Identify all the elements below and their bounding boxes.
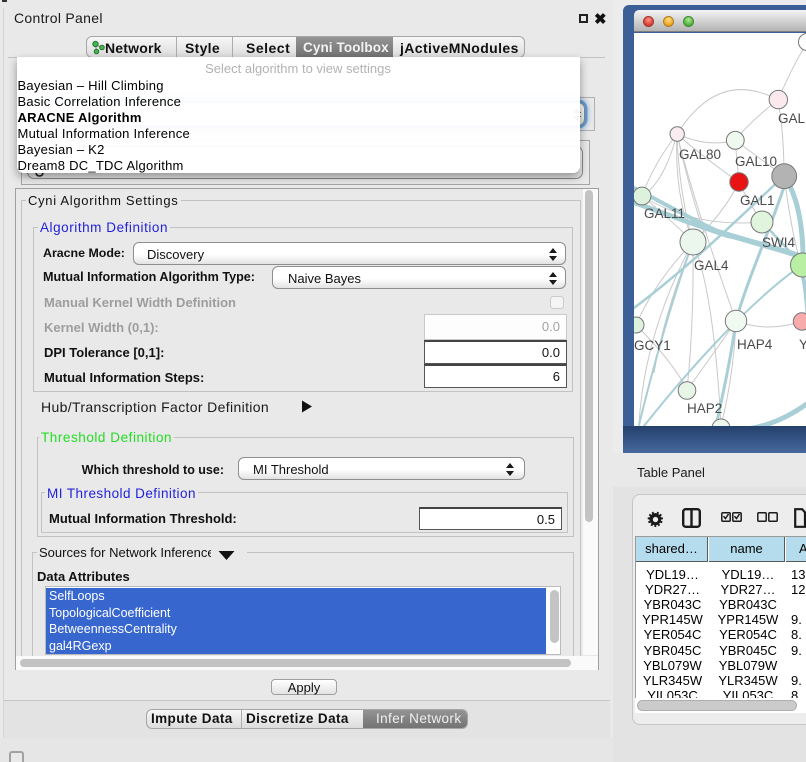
svg-text:GAL4: GAL4 [694, 258, 729, 273]
svg-text:GAL10: GAL10 [735, 154, 777, 169]
svg-text:HAP2: HAP2 [687, 401, 722, 416]
svg-text:GAL11: GAL11 [644, 206, 685, 221]
svg-text:GAL1: GAL1 [740, 193, 775, 208]
svg-text:Y: Y [799, 337, 806, 352]
svg-text:HAP4: HAP4 [737, 337, 773, 352]
svg-text:GAL: GAL [778, 111, 806, 126]
svg-text:GAL80: GAL80 [679, 147, 721, 162]
svg-text:SWI4: SWI4 [762, 235, 795, 250]
svg-text:GCY1: GCY1 [634, 338, 671, 353]
